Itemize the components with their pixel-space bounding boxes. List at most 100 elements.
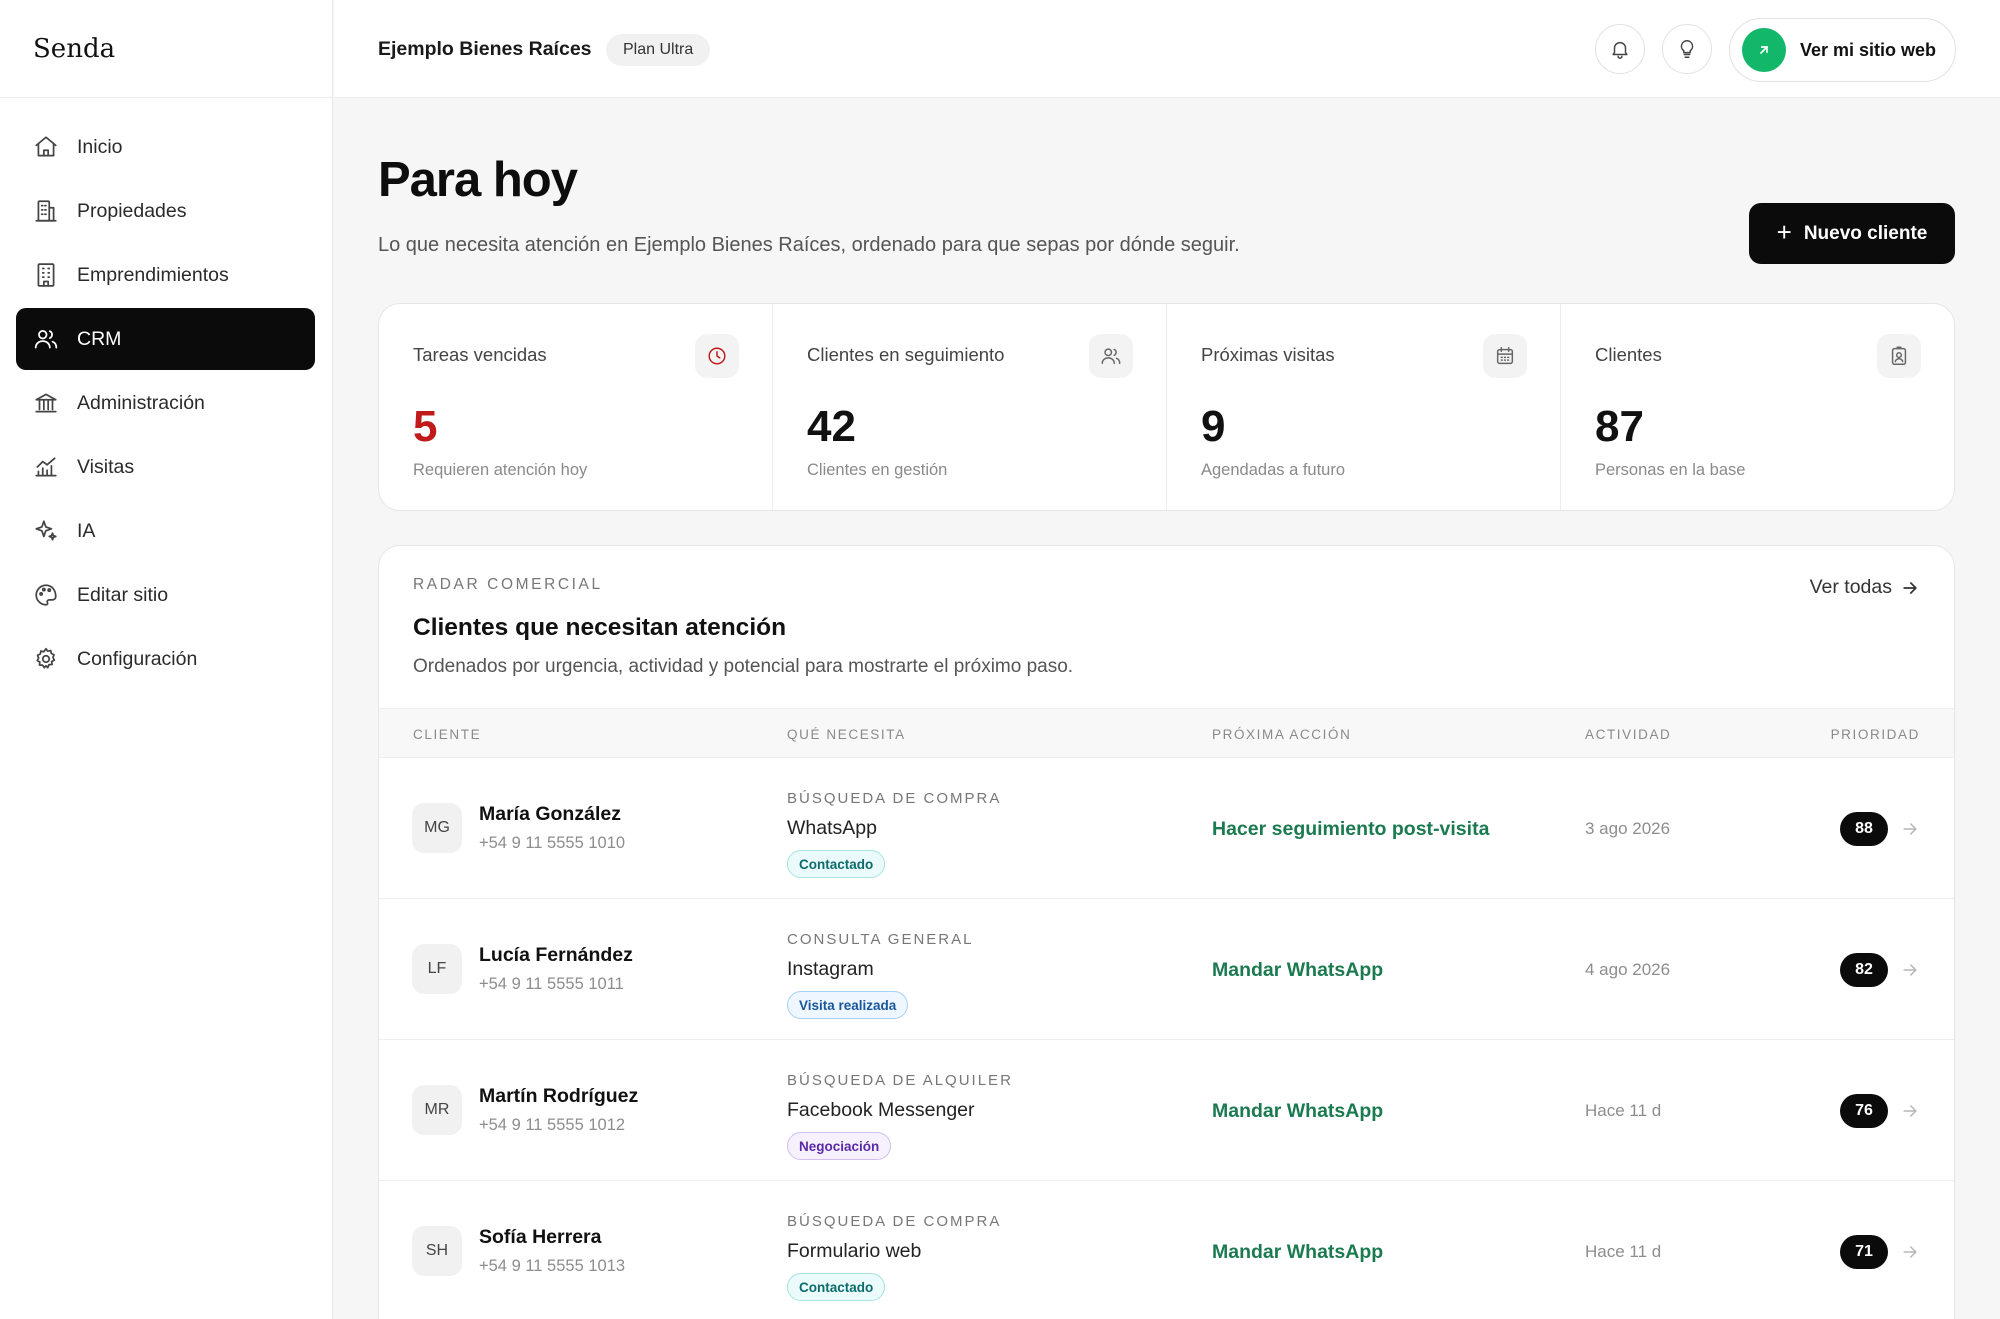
clock-icon [695, 334, 739, 378]
table-header: CLIENTE QUÉ NECESITA PRÓXIMA ACCIÓN ACTI… [379, 708, 1954, 758]
sidebar-item-crm[interactable]: CRM [16, 308, 315, 370]
next-action-link[interactable]: Mandar WhatsApp [1212, 1241, 1383, 1264]
section-title: Clientes que necesitan atención [413, 614, 787, 641]
column-header-client[interactable]: CLIENTE [413, 727, 481, 742]
table-row[interactable]: MR Martín Rodríguez +54 9 11 5555 1012 B… [379, 1040, 1954, 1181]
table-row[interactable]: SH Sofía Herrera +54 9 11 5555 1013 BÚSQ… [379, 1181, 1954, 1319]
top-header: Ejemplo Bienes Raíces Plan Ultra Ver mi … [334, 0, 2000, 98]
users-icon [1089, 334, 1133, 378]
column-header-need[interactable]: QUÉ NECESITA [787, 727, 906, 742]
stat-card-clients[interactable]: Clientes 87 Personas en la base [1561, 304, 1954, 510]
brand-logo[interactable]: Senda [33, 34, 115, 64]
chart-icon [33, 454, 77, 480]
client-phone: +54 9 11 5555 1012 [479, 1116, 626, 1134]
bell-icon [1609, 38, 1631, 60]
tower-icon [33, 262, 77, 288]
arrow-right-icon[interactable] [1900, 819, 1920, 839]
need-type: BÚSQUEDA DE COMPRA [787, 790, 1002, 807]
status-badge: Contactado [787, 1273, 886, 1301]
sidebar-item-label: Editar sitio [77, 583, 169, 606]
stat-card-clients-followup[interactable]: Clientes en seguimiento 42 Clientes en g… [773, 304, 1167, 510]
plus-icon: + [1776, 216, 1792, 247]
stat-label: Clientes en seguimiento [807, 344, 1005, 365]
sidebar-nav: Inicio Propiedades Emprendimientos CRM A… [0, 98, 332, 690]
tips-button[interactable] [1662, 24, 1712, 74]
priority-badge: 71 [1840, 1235, 1888, 1269]
new-client-label: Nuevo cliente [1803, 222, 1928, 244]
users-icon [33, 326, 77, 352]
contact-icon [1877, 334, 1921, 378]
arrow-right-icon [1892, 578, 1920, 598]
brand-header: Senda [0, 0, 332, 98]
priority-badge: 82 [1840, 953, 1888, 987]
arrow-right-icon[interactable] [1900, 1101, 1920, 1121]
avatar: LF [412, 944, 462, 994]
next-action-link[interactable]: Hacer seguimiento post-visita [1212, 818, 1489, 841]
column-header-next-action[interactable]: PRÓXIMA ACCIÓN [1212, 727, 1351, 742]
stat-caption: Requieren atención hoy [413, 461, 588, 479]
need-type: BÚSQUEDA DE ALQUILER [787, 1072, 1013, 1089]
arrow-right-icon[interactable] [1900, 960, 1920, 980]
stat-value: 87 [1595, 402, 1644, 451]
status-badge: Negociación [787, 1132, 892, 1160]
company-name[interactable]: Ejemplo Bienes Raíces [378, 38, 592, 61]
section-description: Ordenados por urgencia, actividad y pote… [413, 656, 1074, 677]
sidebar-item-emprendimientos[interactable]: Emprendimientos [16, 244, 315, 306]
see-all-label: Ver todas [1809, 576, 1892, 598]
activity-date: 3 ago 2026 [1585, 819, 1671, 838]
sidebar-item-label: Emprendimientos [77, 263, 229, 286]
sidebar: Senda Inicio Propiedades Emprendimientos… [0, 0, 333, 1319]
column-header-activity[interactable]: ACTIVIDAD [1585, 727, 1671, 742]
stat-card-overdue-tasks[interactable]: Tareas vencidas 5 Requieren atención hoy [379, 304, 773, 510]
sidebar-item-administracion[interactable]: Administración [16, 372, 315, 434]
sidebar-item-editar-sitio[interactable]: Editar sitio [16, 564, 315, 626]
section-eyebrow: RADAR COMERCIAL [413, 576, 603, 593]
stat-label: Clientes [1595, 344, 1662, 365]
avatar: MR [412, 1085, 462, 1135]
priority-badge: 76 [1840, 1094, 1888, 1128]
sidebar-item-label: Configuración [77, 647, 198, 670]
external-link-icon [1742, 28, 1786, 72]
sidebar-item-label: IA [77, 519, 96, 542]
view-site-button[interactable]: Ver mi sitio web [1729, 18, 1956, 82]
page-title: Para hoy [378, 153, 578, 207]
client-name[interactable]: Sofía Herrera [479, 1226, 601, 1249]
plan-badge: Plan Ultra [606, 34, 711, 66]
client-name[interactable]: Lucía Fernández [479, 944, 633, 967]
next-action-link[interactable]: Mandar WhatsApp [1212, 1100, 1383, 1123]
client-phone: +54 9 11 5555 1010 [479, 834, 626, 852]
see-all-link[interactable]: Ver todas [1810, 576, 1920, 599]
sidebar-item-ia[interactable]: IA [16, 500, 315, 562]
activity-date: Hace 11 d [1585, 1242, 1662, 1261]
stat-label: Tareas vencidas [413, 344, 547, 365]
table-row[interactable]: MG María González +54 9 11 5555 1010 BÚS… [379, 758, 1954, 899]
client-phone: +54 9 11 5555 1013 [479, 1257, 626, 1275]
lightbulb-icon [1676, 38, 1698, 60]
contact-channel: WhatsApp [787, 817, 877, 839]
new-client-button[interactable]: + Nuevo cliente [1749, 203, 1955, 264]
status-badge: Visita realizada [787, 991, 909, 1019]
stat-caption: Clientes en gestión [807, 461, 948, 479]
client-name[interactable]: María González [479, 803, 621, 826]
table-row[interactable]: LF Lucía Fernández +54 9 11 5555 1011 CO… [379, 899, 1954, 1040]
sidebar-item-label: Inicio [77, 135, 123, 158]
sidebar-item-configuracion[interactable]: Configuración [16, 628, 315, 690]
sidebar-item-visitas[interactable]: Visitas [16, 436, 315, 498]
stat-value: 42 [807, 402, 856, 451]
status-badge: Contactado [787, 850, 886, 878]
stat-value: 5 [413, 402, 438, 451]
column-header-priority[interactable]: PRIORIDAD [1831, 727, 1920, 742]
next-action-link[interactable]: Mandar WhatsApp [1212, 959, 1383, 982]
stats-panel: Tareas vencidas 5 Requieren atención hoy… [378, 303, 1955, 511]
client-phone: +54 9 11 5555 1011 [479, 975, 624, 993]
sidebar-item-propiedades[interactable]: Propiedades [16, 180, 315, 242]
need-type: BÚSQUEDA DE COMPRA [787, 1213, 1002, 1230]
stat-card-upcoming-visits[interactable]: Próximas visitas 9 Agendadas a futuro [1167, 304, 1561, 510]
notifications-button[interactable] [1595, 24, 1645, 74]
arrow-right-icon[interactable] [1900, 1242, 1920, 1262]
sidebar-item-inicio[interactable]: Inicio [16, 116, 315, 178]
client-name[interactable]: Martín Rodríguez [479, 1085, 638, 1108]
contact-channel: Facebook Messenger [787, 1099, 975, 1121]
bank-icon [33, 390, 77, 416]
activity-date: 4 ago 2026 [1585, 960, 1671, 979]
